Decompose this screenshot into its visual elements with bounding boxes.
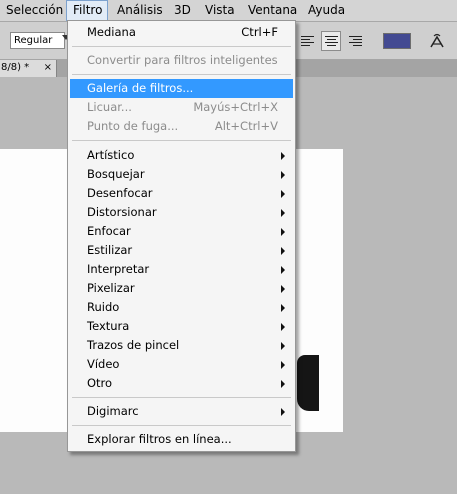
menu-separator	[72, 397, 291, 398]
submenu-digimarc[interactable]: Digimarc	[70, 402, 293, 421]
submenu-label: Vídeo	[87, 357, 120, 371]
submenu-pixelizar[interactable]: Pixelizar	[70, 279, 293, 298]
submenu-label: Enfocar	[87, 224, 131, 238]
submenu-distorsionar[interactable]: Distorsionar	[70, 203, 293, 222]
menu-separator	[72, 425, 291, 426]
submenu-label: Textura	[87, 319, 130, 333]
menu-ventana[interactable]: Ventana	[248, 0, 297, 21]
menu-3d[interactable]: 3D	[174, 0, 191, 21]
last-filter-label: Mediana	[87, 25, 136, 39]
menu-item-smart-filters[interactable]: Convertir para filtros inteligentes	[70, 51, 293, 70]
menu-item-liquify[interactable]: Licuar... Mayús+Ctrl+X	[70, 98, 293, 117]
submenu-estilizar[interactable]: Estilizar	[70, 241, 293, 260]
align-center-button[interactable]	[321, 31, 341, 51]
submenu-label: Bosquejar	[87, 167, 145, 181]
chevron-right-icon	[281, 408, 285, 416]
menu-bar: Selección Filtro Análisis 3D Vista Venta…	[0, 0, 457, 22]
submenu-label: Artístico	[87, 148, 135, 162]
submenu-textura[interactable]: Textura	[70, 317, 293, 336]
chevron-right-icon	[281, 171, 285, 179]
menu-item-vanishing-point[interactable]: Punto de fuga... Alt+Ctrl+V	[70, 117, 293, 136]
vanishing-point-shortcut: Alt+Ctrl+V	[214, 119, 278, 133]
text-color-swatch[interactable]	[383, 33, 411, 49]
submenu-interpretar[interactable]: Interpretar	[70, 260, 293, 279]
document-tab[interactable]: 8/8) * ×	[0, 60, 57, 77]
vanishing-point-label: Punto de fuga...	[87, 119, 179, 133]
menu-item-browse-filters-online[interactable]: Explorar filtros en línea...	[70, 430, 293, 449]
chevron-right-icon	[281, 209, 285, 217]
submenu-otro[interactable]: Otro	[70, 374, 293, 393]
chevron-right-icon	[281, 285, 285, 293]
submenu-desenfocar[interactable]: Desenfocar	[70, 184, 293, 203]
chevron-right-icon	[281, 380, 285, 388]
menu-item-last-filter[interactable]: Mediana Ctrl+F	[70, 23, 293, 42]
chevron-right-icon	[281, 323, 285, 331]
chevron-right-icon	[281, 361, 285, 369]
submenu-ruido[interactable]: Ruido	[70, 298, 293, 317]
filter-gallery-label: Galería de filtros...	[87, 81, 194, 95]
chevron-right-icon	[281, 228, 285, 236]
filter-menu: Mediana Ctrl+F Convertir para filtros in…	[67, 20, 296, 452]
menu-item-filter-gallery[interactable]: Galería de filtros...	[70, 79, 293, 98]
document-tab-title: 8/8) *	[1, 62, 30, 73]
submenu-label: Ruido	[87, 300, 120, 314]
menu-filtro[interactable]: Filtro	[66, 0, 108, 21]
menu-analisis[interactable]: Análisis	[117, 0, 163, 21]
menu-ayuda[interactable]: Ayuda	[308, 0, 345, 21]
chevron-right-icon	[281, 190, 285, 198]
warp-text-icon[interactable]	[427, 31, 447, 51]
submenu-label: Estilizar	[87, 243, 133, 257]
submenu-label: Interpretar	[87, 262, 150, 276]
submenu-trazos-de-pincel[interactable]: Trazos de pincel	[70, 336, 293, 355]
submenu-label: Otro	[87, 376, 113, 390]
browse-online-label: Explorar filtros en línea...	[87, 432, 232, 446]
align-right-button[interactable]	[346, 31, 366, 51]
close-icon[interactable]: ×	[44, 60, 52, 76]
align-left-button[interactable]	[298, 31, 318, 51]
submenu-artistico[interactable]: Artístico	[70, 146, 293, 165]
submenu-video[interactable]: Vídeo	[70, 355, 293, 374]
liquify-label: Licuar...	[87, 100, 132, 114]
menu-separator	[72, 46, 291, 47]
submenu-label: Trazos de pincel	[87, 338, 180, 352]
digimarc-label: Digimarc	[87, 404, 139, 418]
submenu-bosquejar[interactable]: Bosquejar	[70, 165, 293, 184]
smart-filters-label: Convertir para filtros inteligentes	[87, 53, 278, 67]
canvas-image-fragment	[297, 355, 319, 411]
chevron-right-icon	[281, 247, 285, 255]
last-filter-shortcut: Ctrl+F	[241, 25, 278, 39]
chevron-right-icon	[281, 304, 285, 312]
chevron-right-icon	[281, 266, 285, 274]
submenu-label: Desenfocar	[87, 186, 153, 200]
menu-seleccion[interactable]: Selección	[6, 0, 63, 21]
submenu-label: Distorsionar	[87, 205, 157, 219]
menu-separator	[72, 140, 291, 141]
liquify-shortcut: Mayús+Ctrl+X	[193, 100, 278, 114]
submenu-enfocar[interactable]: Enfocar	[70, 222, 293, 241]
menu-separator	[72, 74, 291, 75]
font-style-select[interactable]: Regular	[10, 32, 65, 49]
chevron-right-icon	[281, 152, 285, 160]
chevron-right-icon	[281, 342, 285, 350]
menu-vista[interactable]: Vista	[205, 0, 235, 21]
submenu-label: Pixelizar	[87, 281, 135, 295]
